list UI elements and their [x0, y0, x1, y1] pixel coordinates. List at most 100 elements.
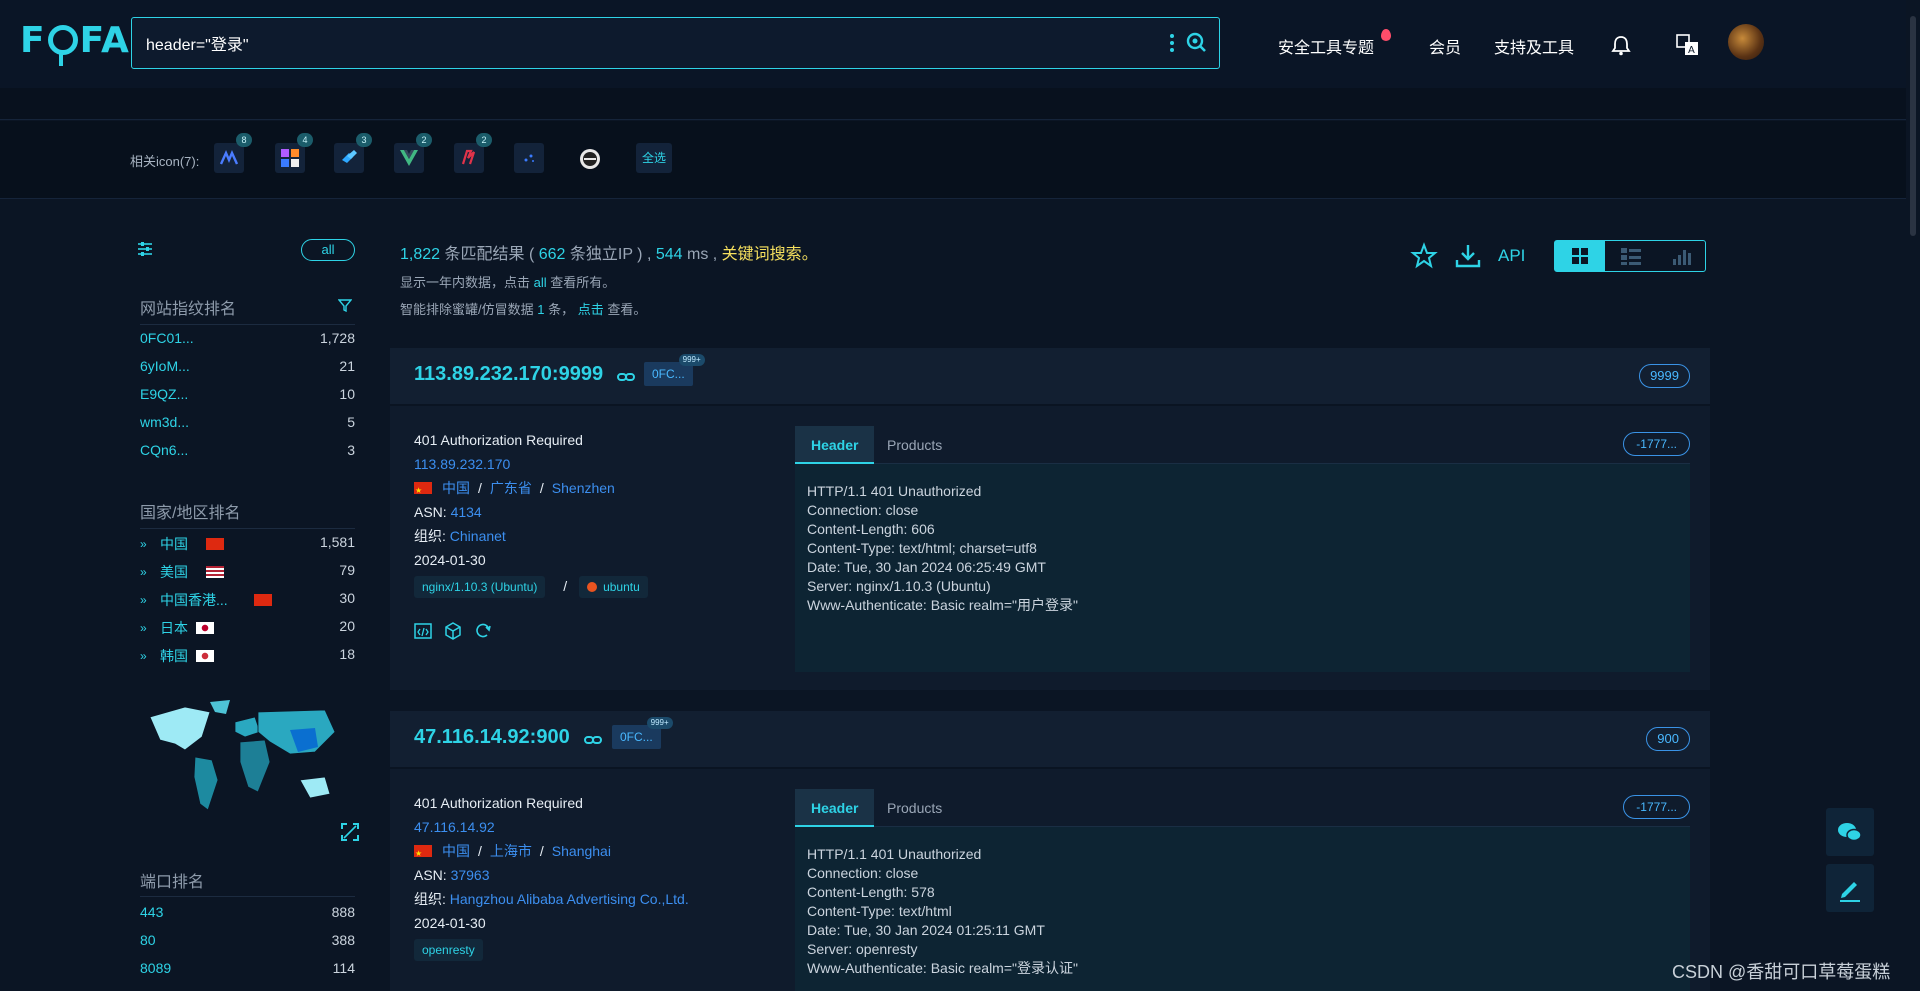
api-button[interactable]: API: [1498, 246, 1525, 266]
port-row[interactable]: 8089 114: [140, 960, 355, 980]
province-link[interactable]: 上海市: [490, 843, 532, 859]
nav-membership[interactable]: 会员: [1429, 34, 1461, 58]
country-name[interactable]: 中国香港...: [160, 590, 228, 610]
country-link[interactable]: 中国: [442, 480, 470, 496]
tab-products[interactable]: Products: [871, 426, 958, 464]
chevron-right-icon[interactable]: »: [140, 593, 147, 607]
province-link[interactable]: 广东省: [490, 480, 532, 496]
show-all-link[interactable]: all: [534, 275, 547, 290]
all-filter-pill[interactable]: all: [301, 239, 355, 261]
related-icon-5[interactable]: 2: [454, 133, 492, 173]
software-tag[interactable]: nginx/1.10.3 (Ubuntu): [414, 576, 546, 598]
result-ip-link[interactable]: 113.89.232.170: [414, 456, 510, 472]
fingerprint-name[interactable]: 0FC01...: [140, 330, 194, 346]
translate-icon[interactable]: A: [1676, 34, 1700, 56]
country-name[interactable]: 中国: [160, 534, 188, 554]
fingerprint-tag[interactable]: 0FC... 999+: [612, 717, 673, 749]
software-tag[interactable]: openresty: [414, 939, 483, 961]
refresh-icon[interactable]: [474, 622, 492, 640]
grid-view-button[interactable]: [1555, 241, 1605, 271]
asn-link[interactable]: 37963: [451, 867, 490, 883]
port-pill[interactable]: 9999: [1639, 364, 1690, 388]
tab-products[interactable]: Products: [871, 789, 958, 827]
related-icon-2[interactable]: 4: [275, 133, 313, 173]
world-map[interactable]: [140, 692, 350, 832]
header-hash-pill[interactable]: -1777...: [1623, 432, 1690, 456]
list-view-button[interactable]: [1607, 241, 1655, 271]
country-row[interactable]: » 韩国 18: [140, 646, 355, 666]
country-row[interactable]: » 中国 1,581: [140, 534, 355, 554]
fingerprint-name[interactable]: CQn6...: [140, 442, 188, 458]
link-icon[interactable]: [617, 370, 635, 384]
feedback-float-button[interactable]: [1826, 864, 1874, 912]
fingerprint-tag[interactable]: 0FC... 999+: [644, 354, 705, 386]
keyword-search-link[interactable]: 关键词搜索: [722, 246, 802, 263]
fingerprint-name[interactable]: E9QZ...: [140, 386, 188, 402]
select-all-button[interactable]: 全选: [636, 143, 672, 173]
port-row[interactable]: 80 388: [140, 932, 355, 952]
search-box[interactable]: [131, 17, 1220, 69]
nav-support-tools[interactable]: 支持及工具: [1494, 34, 1574, 58]
filter-funnel-icon[interactable]: [338, 298, 352, 312]
country-name[interactable]: 美国: [160, 562, 188, 582]
port-name[interactable]: 80: [140, 932, 156, 948]
related-icon-6[interactable]: [514, 143, 544, 173]
result-ip-link[interactable]: 47.116.14.92: [414, 819, 495, 835]
fingerprint-row[interactable]: 6yIoM... 21: [140, 358, 355, 378]
org-link[interactable]: Chinanet: [450, 528, 506, 544]
star-icon[interactable]: [1410, 242, 1438, 270]
fingerprint-row[interactable]: wm3d... 5: [140, 414, 355, 434]
software-tag[interactable]: ubuntu: [579, 576, 648, 598]
bell-icon[interactable]: [1610, 34, 1632, 56]
chevron-right-icon[interactable]: »: [140, 649, 147, 663]
result-host-link[interactable]: 113.89.232.170:9999: [414, 363, 603, 386]
country-name[interactable]: 日本: [160, 618, 188, 638]
fofa-logo[interactable]: F FA: [20, 20, 130, 66]
cube-icon[interactable]: [444, 622, 462, 640]
filter-settings-icon[interactable]: [136, 240, 154, 258]
view-honeypot-link[interactable]: 点击: [578, 302, 604, 317]
stats-view-button[interactable]: [1657, 241, 1705, 271]
nav-security-tools[interactable]: 安全工具专题: [1278, 34, 1374, 58]
search-input[interactable]: [146, 30, 1126, 56]
country-row[interactable]: » 美国 79: [140, 562, 355, 582]
fingerprint-name[interactable]: 6yIoM...: [140, 358, 190, 374]
related-icon-1[interactable]: 8: [214, 133, 252, 173]
country-link[interactable]: 中国: [442, 843, 470, 859]
header-hash-pill[interactable]: -1777...: [1623, 795, 1690, 819]
city-link[interactable]: Shanghai: [552, 843, 611, 859]
wechat-float-button[interactable]: [1826, 808, 1874, 856]
result-host-link[interactable]: 47.116.14.92:900: [414, 726, 570, 749]
more-options-icon[interactable]: [1169, 32, 1175, 54]
tab-header[interactable]: Header: [795, 789, 875, 827]
chevron-right-icon[interactable]: »: [140, 537, 147, 551]
city-link[interactable]: Shenzhen: [552, 480, 615, 496]
fingerprint-row[interactable]: 0FC01... 1,728: [140, 330, 355, 350]
chevron-right-icon[interactable]: »: [140, 621, 147, 635]
code-icon[interactable]: [414, 622, 432, 640]
org-link[interactable]: Hangzhou Alibaba Advertising Co.,Ltd.: [450, 891, 689, 907]
country-row[interactable]: » 日本 20: [140, 618, 355, 638]
fingerprint-tag-label: 0FC...: [652, 367, 685, 381]
related-icon-3[interactable]: 3: [334, 133, 372, 173]
fingerprint-name[interactable]: wm3d...: [140, 414, 189, 430]
related-icon-7[interactable]: [574, 143, 604, 173]
country-row[interactable]: » 中国香港... 30: [140, 590, 355, 610]
tab-header[interactable]: Header: [795, 426, 875, 464]
fingerprint-row[interactable]: E9QZ... 10: [140, 386, 355, 406]
expand-icon[interactable]: [340, 822, 360, 842]
chevron-right-icon[interactable]: »: [140, 565, 147, 579]
page-scrollbar[interactable]: [1906, 0, 1920, 991]
port-name[interactable]: 8089: [140, 960, 171, 976]
user-avatar[interactable]: [1728, 24, 1764, 60]
fingerprint-row[interactable]: CQn6... 3: [140, 442, 355, 462]
related-icon-4[interactable]: 2: [394, 133, 432, 173]
asn-link[interactable]: 4134: [451, 504, 482, 520]
country-name[interactable]: 韩国: [160, 646, 188, 666]
port-pill[interactable]: 900: [1646, 727, 1690, 751]
download-icon[interactable]: [1454, 242, 1482, 270]
search-icon[interactable]: [1185, 31, 1207, 53]
port-name[interactable]: 443: [140, 904, 163, 920]
port-row[interactable]: 443 888: [140, 904, 355, 924]
link-icon[interactable]: [584, 733, 602, 747]
